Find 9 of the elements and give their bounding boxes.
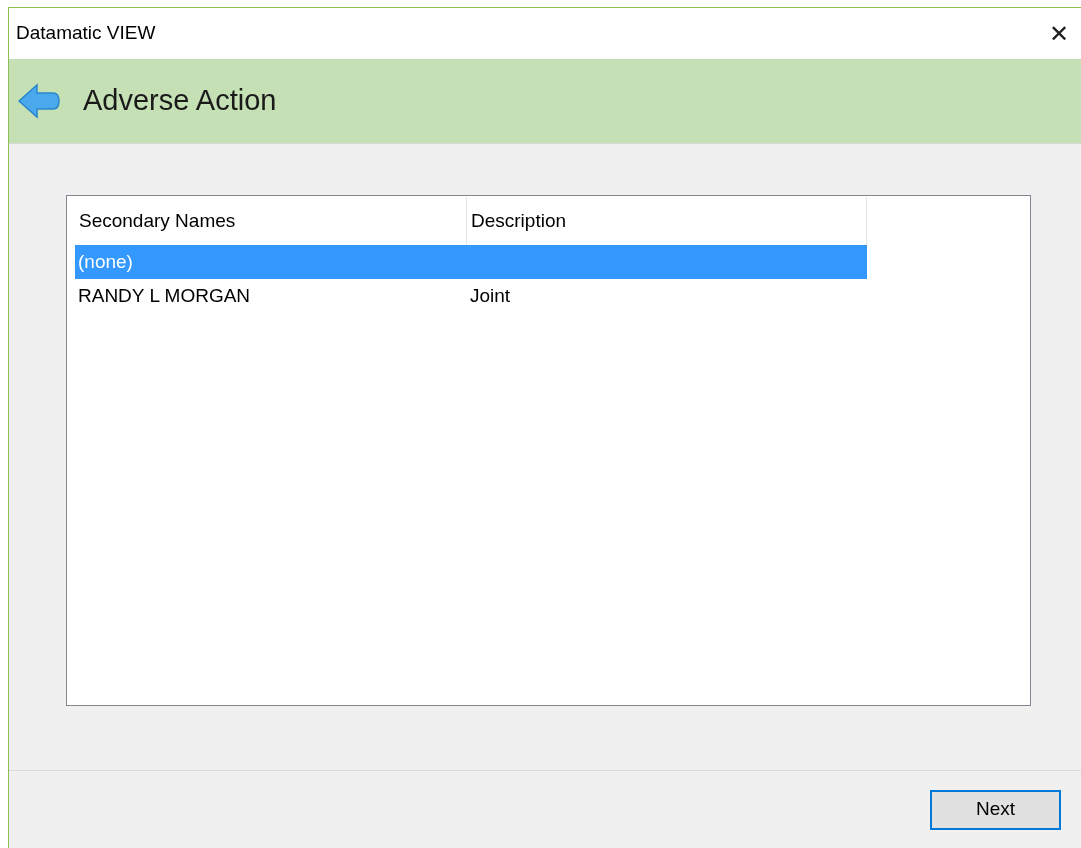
next-button[interactable]: Next	[930, 789, 1061, 830]
window-title: Datamatic VIEW	[16, 21, 156, 46]
list-row[interactable]: RANDY L MORGAN Joint	[75, 279, 867, 313]
back-arrow-icon[interactable]	[17, 82, 61, 120]
page-title: Adverse Action	[83, 83, 277, 119]
table-cell: Joint	[470, 284, 511, 306]
table-cell: (none)	[78, 250, 133, 272]
table-cell: RANDY L MORGAN	[78, 284, 251, 306]
close-button[interactable]: ✕	[1045, 21, 1073, 46]
